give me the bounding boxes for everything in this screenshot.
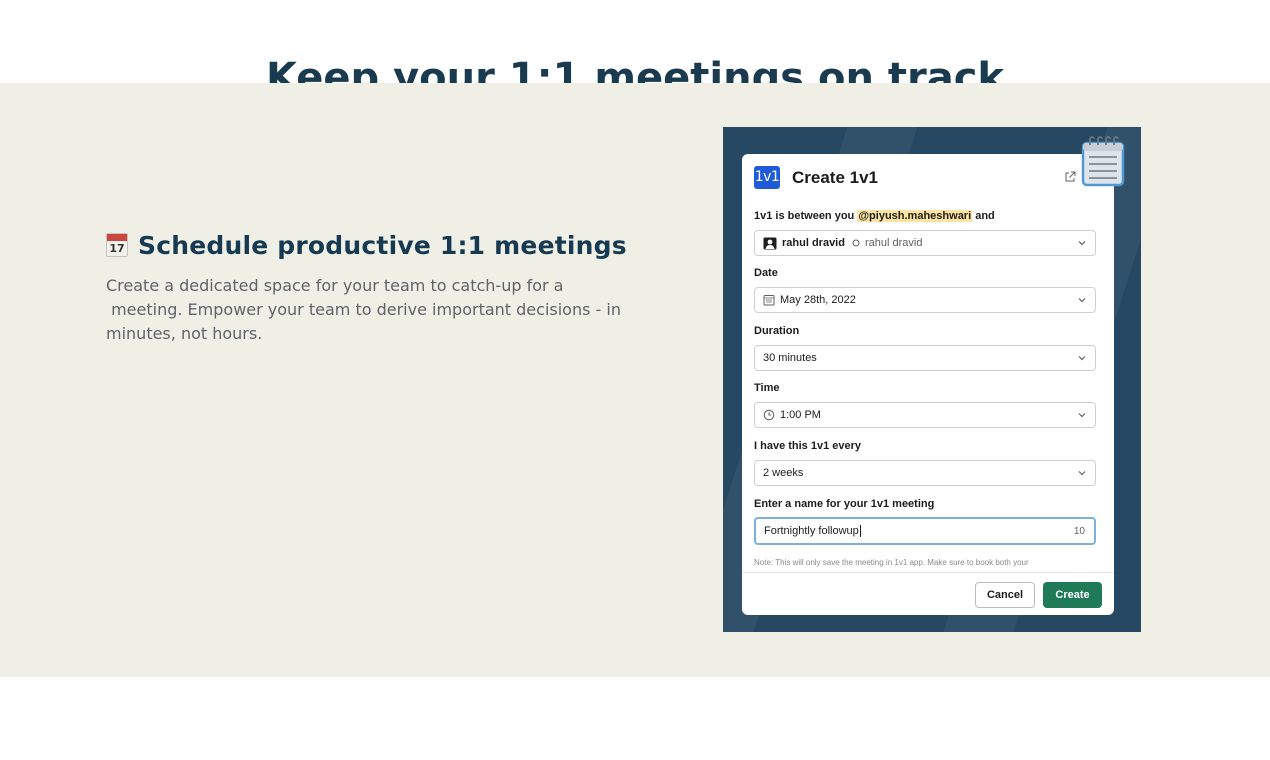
meeting-name-input[interactable]: Fortnightly followup 10 (754, 517, 1096, 545)
date-value: May 28th, 2022 (780, 294, 856, 306)
calendar-icon (763, 295, 775, 306)
frequency-select[interactable]: 2 weeks (754, 460, 1096, 486)
duration-label: Duration (754, 325, 800, 337)
chevron-down-icon (1078, 298, 1086, 303)
time-value: 1:00 PM (780, 409, 821, 421)
duration-value: 30 minutes (763, 352, 817, 364)
chevron-down-icon (1078, 241, 1086, 246)
participant-name: rahul dravid (782, 237, 845, 249)
external-link-icon[interactable] (1064, 171, 1076, 183)
character-counter: 10 (1073, 526, 1085, 537)
feature-description: Create a dedicated space for your team t… (106, 274, 666, 346)
create-1v1-dialog: 1v1 Create 1v1 1v1 is between you @piyus… (742, 154, 1114, 615)
feature-description-line: meeting. Empower your team to derive imp… (106, 300, 621, 319)
notepad-icon (1081, 136, 1125, 187)
clock-icon (763, 409, 775, 421)
note-text: Note: This will only save the meeting in… (754, 558, 1029, 567)
feature-text-block: 17 Schedule productive 1:1 meetings Crea… (106, 231, 666, 346)
chevron-down-icon (1078, 356, 1086, 361)
duration-select[interactable]: 30 minutes (754, 345, 1096, 371)
cancel-button[interactable]: Cancel (975, 582, 1035, 608)
footer-divider (742, 572, 1114, 573)
date-label: Date (754, 267, 778, 279)
frequency-label: I have this 1v1 every (754, 440, 862, 452)
between-line: 1v1 is between you @piyush.maheshwari an… (754, 210, 995, 222)
feature-description-line: minutes, not hours. (106, 324, 263, 343)
time-label: Time (754, 382, 780, 394)
status-dot-icon (852, 239, 860, 247)
date-select[interactable]: May 28th, 2022 (754, 287, 1096, 313)
create-button[interactable]: Create (1043, 582, 1102, 608)
chevron-down-icon (1078, 471, 1086, 476)
top-area: Keep your 1:1 meetings on track (0, 0, 1270, 83)
feature-title-text: Schedule productive 1:1 meetings (138, 231, 627, 260)
feature-title: 17 Schedule productive 1:1 meetings (106, 231, 666, 260)
frequency-value: 2 weeks (763, 467, 804, 479)
feature-description-line: Create a dedicated space for your team t… (106, 276, 564, 295)
meeting-name-value: Fortnightly followup (764, 525, 859, 537)
app-screenshot: 1v1 Create 1v1 1v1 is between you @piyus… (723, 127, 1141, 632)
dialog-title: Create 1v1 (792, 167, 879, 187)
time-select[interactable]: 1:00 PM (754, 402, 1096, 428)
meeting-name-label: Enter a name for your 1v1 meeting (754, 498, 935, 510)
app-logo: 1v1 (754, 166, 780, 189)
dialog-header: 1v1 Create 1v1 (754, 166, 878, 189)
user-mention[interactable]: @piyush.maheshwari (857, 210, 973, 222)
section-heading: Keep your 1:1 meetings on track (265, 55, 1005, 83)
participant-username: rahul dravid (864, 237, 923, 249)
calendar-emoji-icon: 17 (106, 232, 128, 257)
chevron-down-icon (1078, 413, 1086, 418)
user-avatar-icon (763, 237, 777, 249)
participant-select[interactable]: rahul dravid rahul dravid (754, 230, 1096, 256)
text-caret (859, 525, 861, 537)
